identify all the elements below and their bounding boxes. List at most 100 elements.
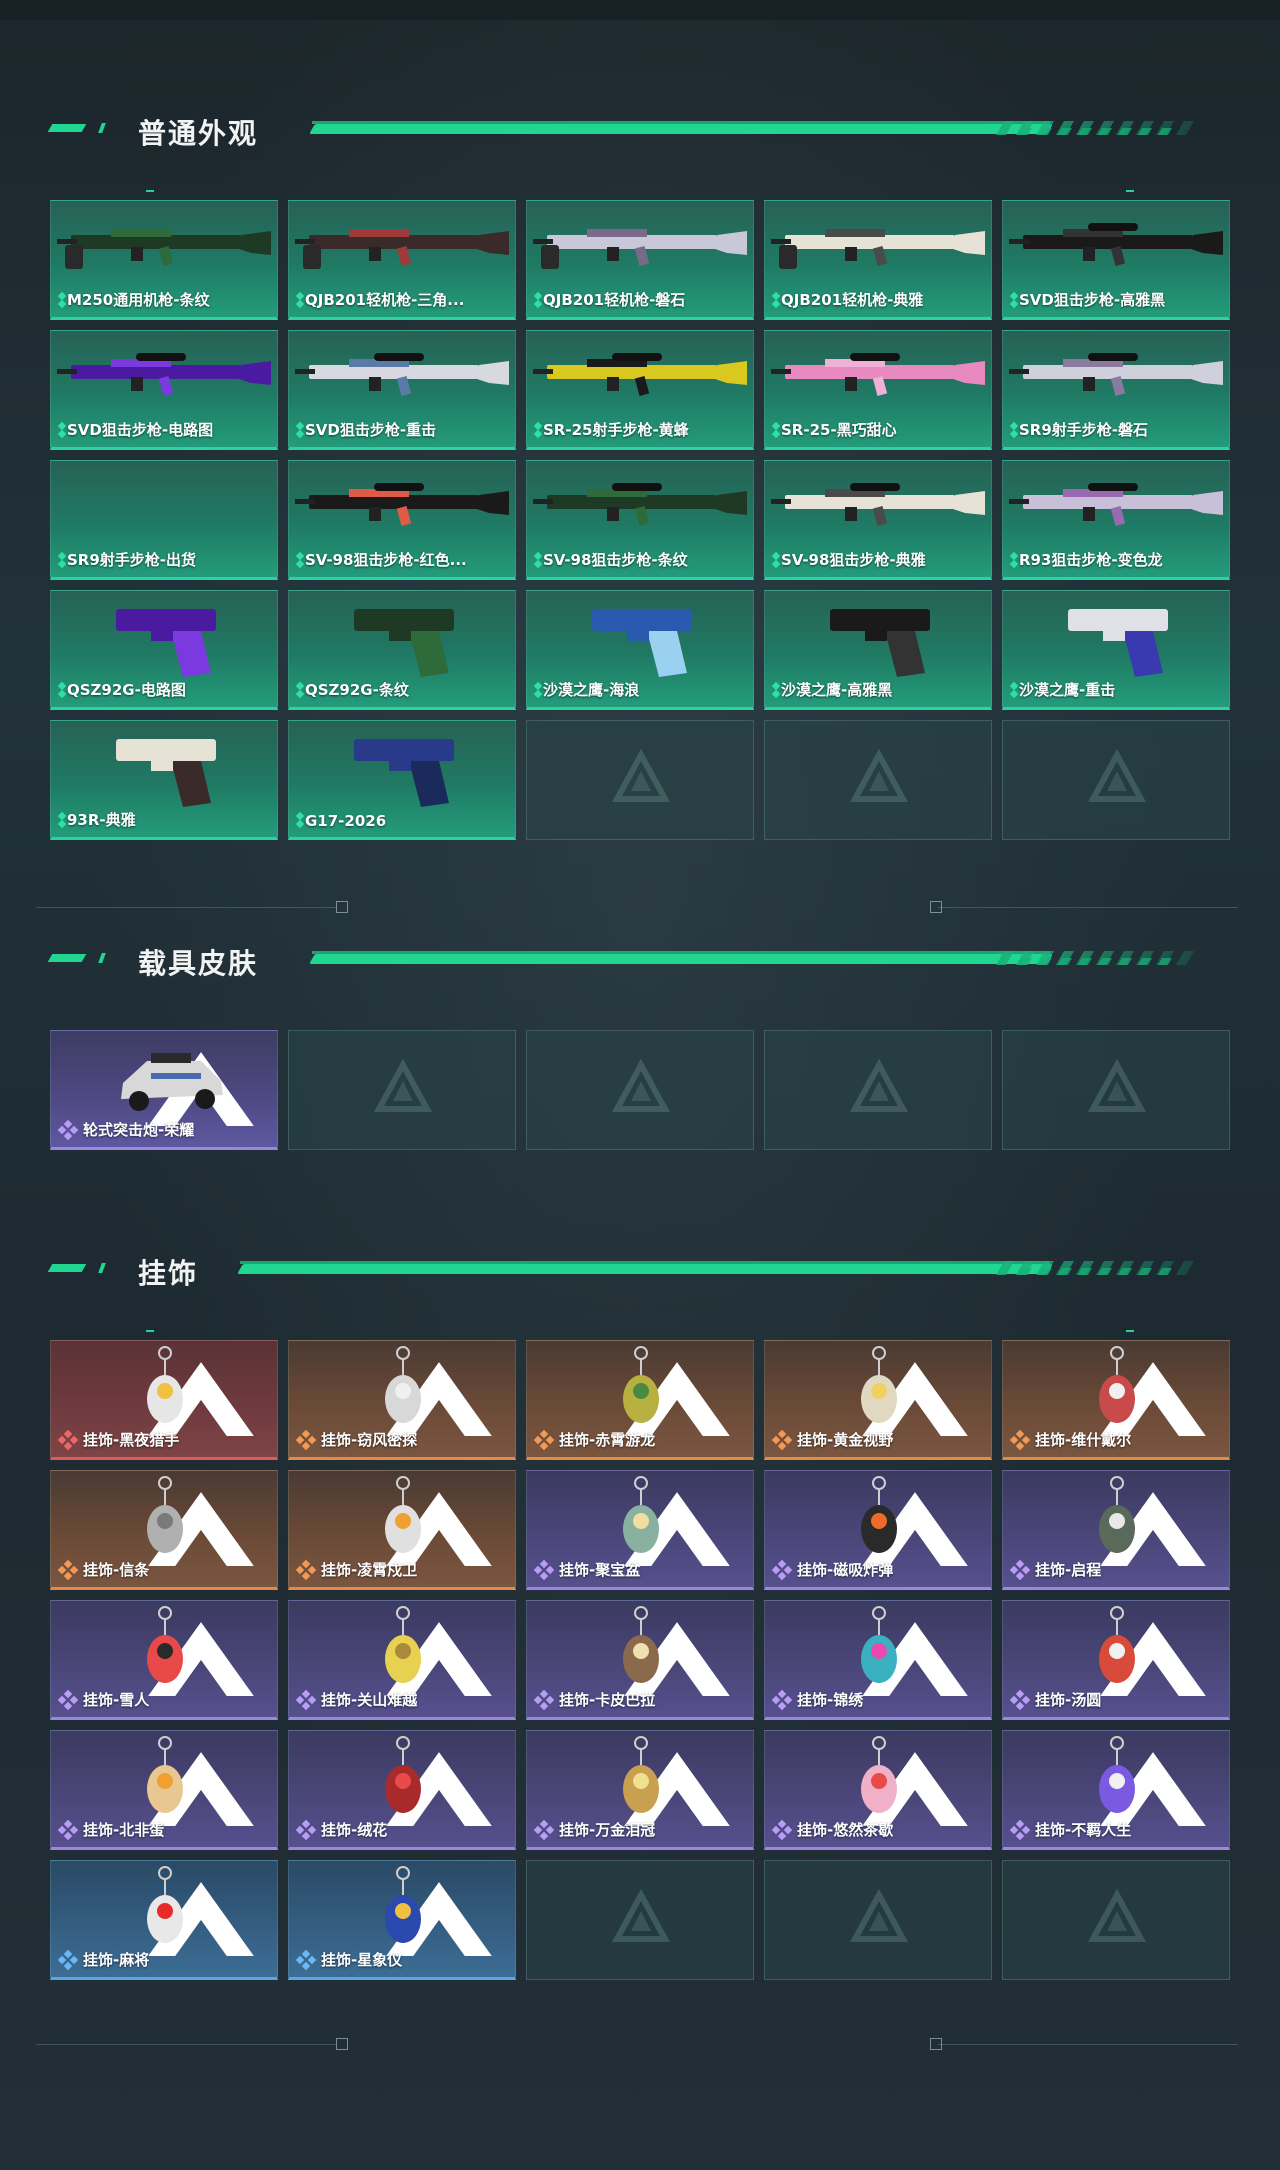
weapon-skin-card[interactable]: 沙漠之鹰-重击 [1002, 590, 1230, 710]
charm-image [1099, 1736, 1206, 1826]
charm-card[interactable]: 挂饰-维什戴尔 [1002, 1340, 1230, 1460]
rarity-diamond-icon [57, 291, 67, 309]
weapon-skin-card[interactable]: SV-98狙击步枪-典雅 [764, 460, 992, 580]
weapon-skin-image [1009, 483, 1223, 526]
charm-card[interactable]: 挂饰-万金泪冠 [526, 1730, 754, 1850]
weapon-skin-card[interactable]: SR-25-黑巧甜心 [764, 330, 992, 450]
header-accent-line [312, 951, 1050, 954]
charm-card[interactable]: 挂饰-凌霄戍卫 [288, 1470, 516, 1590]
weapon-skin-label: 沙漠之鹰-海浪 [543, 681, 640, 699]
rarity-diamond-icon [771, 421, 781, 439]
empty-slot-logo-icon [1087, 1059, 1147, 1112]
weapon-skin-card[interactable]: 沙漠之鹰-高雅黑 [764, 590, 992, 710]
weapon-skin-card[interactable]: SV-98狙击步枪-红色... [288, 460, 516, 580]
empty-slot-logo-icon [849, 1059, 909, 1112]
weapon-skin-card[interactable]: 93R-典雅 [50, 720, 278, 840]
charm-card[interactable]: 挂饰-启程 [1002, 1470, 1230, 1590]
charm-label: 挂饰-不羁人生 [1035, 1821, 1132, 1839]
charm-label: 挂饰-黑夜猎手 [83, 1431, 180, 1449]
weapon-skin-label: QSZ92G-电路图 [67, 681, 186, 699]
rarity-diamond-icon [295, 1559, 317, 1581]
vehicle-skin-label: 轮式突击炮-荣耀 [83, 1121, 195, 1139]
weapon-skin-image [57, 353, 271, 396]
weapon-skin-card[interactable]: SR-25射手步枪-黄蜂 [526, 330, 754, 450]
weapon-skin-card[interactable]: SR9射手步枪-磐石 [1002, 330, 1230, 450]
charm-image [623, 1606, 730, 1696]
rarity-diamond-icon [533, 1429, 555, 1451]
weapon-skin-label: M250通用机枪-条纹 [67, 291, 210, 309]
weapon-skin-card[interactable]: SV-98狙击步枪-条纹 [526, 460, 754, 580]
weapon-skin-card[interactable]: QSZ92G-电路图 [50, 590, 278, 710]
charm-image [1099, 1606, 1206, 1696]
header-accent-line [309, 124, 1053, 134]
charm-card[interactable]: 挂饰-窃风密探 [288, 1340, 516, 1460]
vehicle-skin-card[interactable]: 轮式突击炮-荣耀 [50, 1030, 278, 1150]
charm-image [1099, 1476, 1206, 1566]
charm-card[interactable]: 挂饰-不羁人生 [1002, 1730, 1230, 1850]
charm-label: 挂饰-卡皮巴拉 [559, 1691, 656, 1709]
charm-card[interactable]: 挂饰-星象仪 [288, 1860, 516, 1980]
charm-card[interactable]: 挂饰-聚宝盆 [526, 1470, 754, 1590]
empty-slot-logo-icon [611, 1059, 671, 1112]
charm-image [385, 1866, 492, 1956]
header-accent-mark [47, 124, 87, 132]
charm-label: 挂饰-维什戴尔 [1035, 1431, 1132, 1449]
weapon-skin-card[interactable]: R93狙击步枪-变色龙 [1002, 460, 1230, 580]
charm-label: 挂饰-关山难越 [321, 1691, 418, 1709]
charm-label: 挂饰-麻将 [83, 1951, 150, 1969]
weapon-skin-image [771, 229, 985, 269]
weapon-skin-card[interactable]: QJB201轻机枪-典雅 [764, 200, 992, 320]
weapon-skin-label: SR-25射手步枪-黄蜂 [543, 421, 689, 439]
rarity-diamond-icon [295, 421, 305, 439]
charm-image [385, 1606, 492, 1696]
charm-card[interactable]: 挂饰-汤圆 [1002, 1600, 1230, 1720]
charm-label: 挂饰-雪人 [83, 1691, 150, 1709]
weapon-skin-card[interactable]: SVD狙击步枪-电路图 [50, 330, 278, 450]
weapon-skin-card[interactable]: 沙漠之鹰-海浪 [526, 590, 754, 710]
charm-card[interactable]: 挂饰-锦绣 [764, 1600, 992, 1720]
charm-card[interactable]: 挂饰-关山难越 [288, 1600, 516, 1720]
tick-mark [1126, 190, 1134, 192]
weapon-skin-card[interactable]: SVD狙击步枪-高雅黑 [1002, 200, 1230, 320]
weapon-skin-card[interactable]: M250通用机枪-条纹 [50, 200, 278, 320]
section-header-vehicle-skins: 载具皮肤 [47, 938, 1205, 980]
weapon-skin-card[interactable]: SR9射手步枪-出货 [50, 460, 278, 580]
rarity-diamond-icon [1009, 681, 1019, 699]
rarity-diamond-icon [533, 1689, 555, 1711]
charm-card[interactable]: 挂饰-黑夜猎手 [50, 1340, 278, 1460]
rarity-diamond-icon [771, 1819, 793, 1841]
empty-slot [764, 720, 992, 840]
weapon-skin-image [533, 483, 747, 526]
rarity-diamond-icon [295, 1819, 317, 1841]
weapon-skin-card[interactable]: G17-2026 [288, 720, 516, 840]
charm-card[interactable]: 挂饰-赤霄游龙 [526, 1340, 754, 1460]
charm-card[interactable]: 挂饰-悠然茶歇 [764, 1730, 992, 1850]
empty-slot [526, 1860, 754, 1980]
empty-slot [764, 1030, 992, 1150]
section-divider [0, 2030, 1280, 2060]
charm-card[interactable]: 挂饰-绒花 [288, 1730, 516, 1850]
charm-label: 挂饰-凌霄戍卫 [321, 1561, 418, 1579]
weapon-skin-card[interactable]: SVD狙击步枪-重击 [288, 330, 516, 450]
tick-mark [146, 1330, 154, 1332]
weapon-skin-image [295, 229, 509, 269]
charm-card[interactable]: 挂饰-黄金视野 [764, 1340, 992, 1460]
rarity-diamond-icon [771, 291, 781, 309]
weapon-skin-card[interactable]: QSZ92G-条纹 [288, 590, 516, 710]
charm-card[interactable]: 挂饰-磁吸炸弹 [764, 1470, 992, 1590]
charm-card[interactable]: 挂饰-雪人 [50, 1600, 278, 1720]
rarity-diamond-icon [57, 1819, 79, 1841]
charm-card[interactable]: 挂饰-信条 [50, 1470, 278, 1590]
weapon-skin-label: SVD狙击步枪-高雅黑 [1019, 291, 1166, 309]
rarity-diamond-icon [771, 1429, 793, 1451]
charm-card[interactable]: 挂饰-麻将 [50, 1860, 278, 1980]
rarity-diamond-icon [1009, 1819, 1031, 1841]
charm-image [147, 1866, 254, 1956]
charm-card[interactable]: 挂饰-北非蛋 [50, 1730, 278, 1850]
weapon-skin-card[interactable]: QJB201轻机枪-三角... [288, 200, 516, 320]
weapon-skin-card[interactable]: QJB201轻机枪-磐石 [526, 200, 754, 320]
charm-card[interactable]: 挂饰-卡皮巴拉 [526, 1600, 754, 1720]
weapon-skin-label: 93R-典雅 [67, 811, 136, 829]
weapon-skin-image [51, 461, 278, 556]
rarity-diamond-icon [1009, 1559, 1031, 1581]
